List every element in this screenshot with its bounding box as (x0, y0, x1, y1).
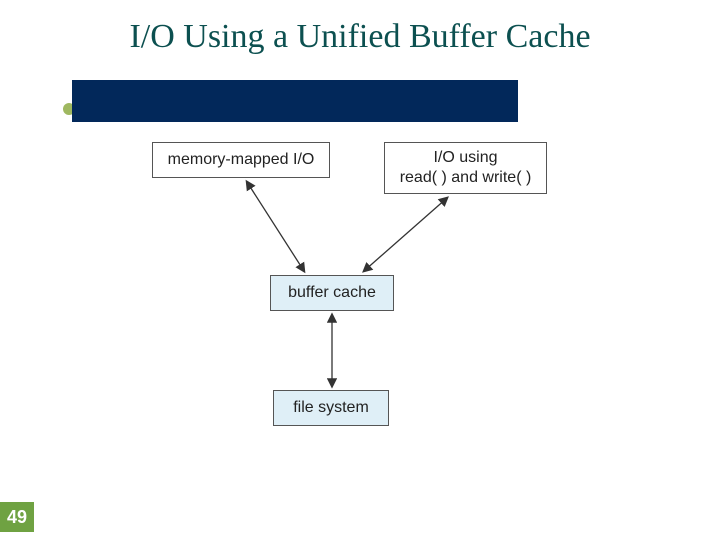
title-underline-bar (72, 80, 518, 122)
diagram-arrows (152, 142, 552, 472)
diagram: memory-mapped I/O I/O using read( ) and … (152, 142, 552, 472)
arrow-mmio-buffer (247, 182, 304, 271)
arrow-rwio-buffer (364, 198, 447, 271)
page-title: I/O Using a Unified Buffer Cache (0, 18, 720, 56)
page-number: 49 (0, 502, 34, 532)
slide: I/O Using a Unified Buffer Cache memory-… (0, 0, 720, 540)
